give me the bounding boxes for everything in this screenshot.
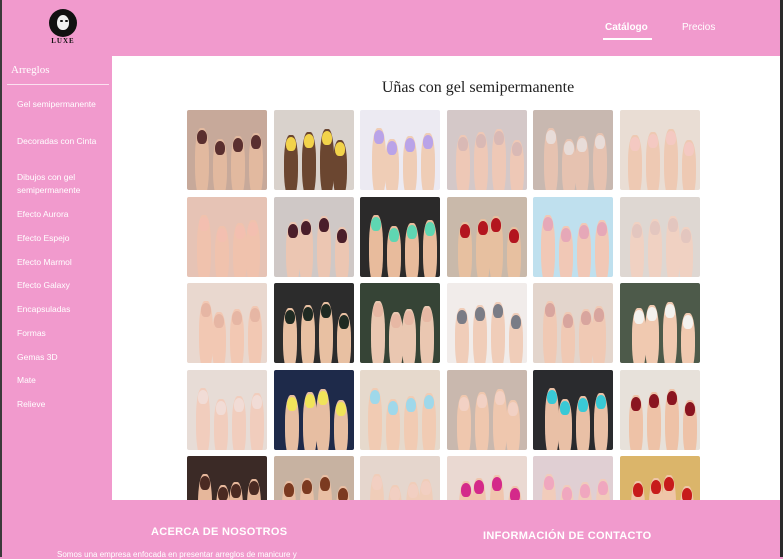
- gallery-thumbnail[interactable]: [620, 456, 700, 500]
- gallery-thumbnail[interactable]: [620, 370, 700, 450]
- gallery-thumbnail[interactable]: [360, 197, 440, 277]
- gallery-thumbnail[interactable]: [533, 456, 613, 500]
- gallery-thumbnail[interactable]: [620, 110, 700, 190]
- gallery-thumbnail[interactable]: [620, 197, 700, 277]
- gallery-thumbnail[interactable]: [533, 370, 613, 450]
- sidebar-title: Arreglos: [11, 64, 50, 76]
- gallery-thumbnail[interactable]: [620, 283, 700, 363]
- gallery-thumbnail[interactable]: [274, 456, 354, 500]
- brand-logo[interactable]: LUXE: [46, 9, 80, 47]
- gallery-thumbnail[interactable]: [187, 283, 267, 363]
- sidebar: Arreglos Gel semipermanente Decoradas co…: [2, 56, 112, 500]
- gallery-thumbnail[interactable]: [447, 283, 527, 363]
- gallery-thumbnail[interactable]: [360, 110, 440, 190]
- sidebar-item-gel-semipermanente[interactable]: Gel semipermanente: [17, 98, 109, 111]
- gallery-thumbnail[interactable]: [187, 197, 267, 277]
- gallery-thumbnail[interactable]: [447, 456, 527, 500]
- sidebar-item-decoradas-con-cinta[interactable]: Decoradas con Cinta: [17, 135, 109, 148]
- main-content: Uñas con gel semipermanente: [112, 56, 780, 500]
- gallery-thumbnail[interactable]: [447, 197, 527, 277]
- gallery-thumbnail[interactable]: [187, 456, 267, 500]
- footer-about-heading: ACERCA DE NOSOTROS: [151, 526, 288, 538]
- footer: ACERCA DE NOSOTROS INFORMACIÓN DE CONTAC…: [2, 500, 780, 559]
- footer-contact-heading: INFORMACIÓN DE CONTACTO: [483, 530, 652, 542]
- gallery-thumbnail[interactable]: [533, 283, 613, 363]
- logo-emblem-icon: [49, 9, 77, 37]
- sidebar-item-efecto-aurora[interactable]: Efecto Aurora: [17, 208, 109, 221]
- gallery-thumbnail[interactable]: [360, 370, 440, 450]
- gallery-thumbnail[interactable]: [274, 370, 354, 450]
- sidebar-item-efecto-galaxy[interactable]: Efecto Galaxy: [17, 279, 109, 292]
- gallery-thumbnail[interactable]: [274, 110, 354, 190]
- gallery-thumbnail[interactable]: [447, 110, 527, 190]
- gallery-thumbnail[interactable]: [447, 370, 527, 450]
- sidebar-item-dibujos[interactable]: Dibujos con gel semipermanente: [17, 171, 109, 197]
- gallery-thumbnail[interactable]: [187, 110, 267, 190]
- footer-about-text: Somos una empresa enfocada en presentar …: [57, 550, 297, 559]
- nav-catalogo[interactable]: Catálogo: [605, 22, 648, 33]
- header: LUXE Catálogo Precios: [2, 0, 780, 56]
- sidebar-item-formas[interactable]: Formas: [17, 327, 109, 340]
- nav-active-indicator: [603, 38, 652, 40]
- sidebar-item-relieve[interactable]: Relieve: [17, 398, 109, 411]
- sidebar-divider: [7, 84, 109, 85]
- sidebar-item-efecto-marmol[interactable]: Efecto Marmol: [17, 256, 109, 269]
- logo-text: LUXE: [51, 37, 75, 45]
- gallery-thumbnail[interactable]: [533, 197, 613, 277]
- gallery-thumbnail[interactable]: [360, 456, 440, 500]
- nav-precios[interactable]: Precios: [682, 22, 715, 33]
- sidebar-item-gemas-3d[interactable]: Gemas 3D: [17, 351, 109, 364]
- gallery-thumbnail[interactable]: [187, 370, 267, 450]
- gallery-thumbnail[interactable]: [274, 283, 354, 363]
- page-title: Uñas con gel semipermanente: [381, 79, 575, 96]
- gallery-thumbnail[interactable]: [360, 283, 440, 363]
- sidebar-item-efecto-espejo[interactable]: Efecto Espejo: [17, 232, 109, 245]
- sidebar-item-encapsuladas[interactable]: Encapsuladas: [17, 303, 109, 316]
- gallery-thumbnail[interactable]: [533, 110, 613, 190]
- gallery-thumbnail[interactable]: [274, 197, 354, 277]
- sidebar-item-mate[interactable]: Mate: [17, 374, 109, 387]
